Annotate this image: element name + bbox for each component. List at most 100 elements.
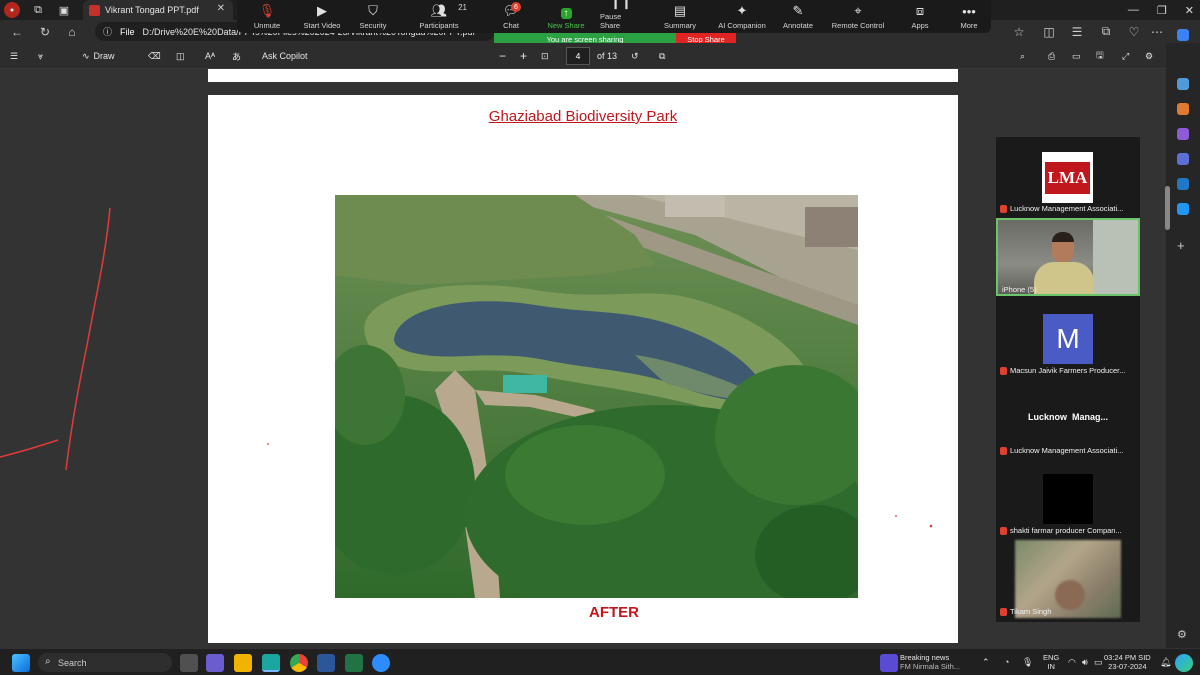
sidebar-settings-icon[interactable]: ⚙	[1177, 628, 1189, 641]
collections-bar-icon[interactable]: ⧉	[1097, 23, 1115, 40]
slide-caption: AFTER	[589, 604, 639, 621]
more-icon: •••	[962, 4, 976, 19]
url-scheme: File	[120, 26, 135, 37]
two-page-icon[interactable]: ⧉	[659, 47, 665, 65]
maximize-icon[interactable]: ❐	[1157, 4, 1167, 17]
sidebar-app-1-icon[interactable]	[1177, 78, 1189, 90]
security-button[interactable]: ⛉ Security	[357, 0, 389, 33]
copilot-taskbar-icon[interactable]	[1175, 654, 1193, 672]
chat-button[interactable]: 💬︎ 6 Chat	[499, 0, 523, 33]
tray-chevron-icon[interactable]: ⌃	[982, 649, 990, 675]
translate-icon[interactable]: あ	[232, 47, 241, 65]
news-icon[interactable]	[880, 654, 898, 672]
start-video-button[interactable]: ▶︎ Start Video	[301, 0, 343, 33]
battery-icon[interactable]: ▭	[1094, 649, 1103, 675]
browser-essentials-icon[interactable]: ♡	[1125, 23, 1143, 40]
close-tab-icon[interactable]: ✕	[217, 3, 225, 14]
save-icon[interactable]: ▭	[1072, 47, 1081, 65]
sidebar-app-2-icon[interactable]	[1177, 103, 1189, 115]
page-view-icon[interactable]: ◫	[176, 47, 185, 65]
zoom-out-button[interactable]: −	[499, 47, 506, 65]
volume-icon[interactable]: 🔊︎	[1082, 649, 1088, 675]
start-icon[interactable]	[12, 654, 30, 672]
participant-tile-speaking[interactable]: iPhone (5)	[996, 218, 1140, 296]
copilot-icon[interactable]	[1177, 29, 1189, 41]
zoom-app-icon[interactable]	[372, 654, 390, 672]
pdf-icon	[89, 5, 100, 16]
print-icon[interactable]: ⎙	[1048, 47, 1055, 65]
participant-tile[interactable]: M Macsun Jaivik Farmers Producer...	[996, 299, 1140, 377]
remote-control-button[interactable]: ⌖ Remote Control	[830, 0, 886, 33]
minimize-icon[interactable]: —	[1128, 4, 1139, 16]
fit-page-icon[interactable]: ⊡	[541, 47, 549, 65]
more-options-icon[interactable]: ⋯	[1148, 23, 1166, 40]
more-button[interactable]: ••• More	[957, 0, 981, 33]
sidebar-app-5-icon[interactable]	[1177, 203, 1189, 215]
aerial-park-illustration	[335, 195, 858, 598]
annotate-button[interactable]: ✎ Annotate	[781, 0, 815, 33]
language-indicator[interactable]: ENG IN	[1043, 649, 1059, 675]
notifications-icon[interactable]: 🔔︎	[1160, 649, 1171, 675]
draw-button[interactable]: ∿ Draw	[82, 47, 115, 65]
favorites-bar-icon[interactable]: ☰	[1068, 23, 1086, 40]
back-icon[interactable]: ←	[8, 23, 26, 40]
taskbar-search[interactable]: ⌕ Search	[38, 653, 172, 672]
participants-button[interactable]: 👥︎ 21 Participants	[417, 0, 467, 33]
page-number-input[interactable]: 4	[566, 47, 590, 65]
excel-icon[interactable]	[345, 654, 363, 672]
participant-tile[interactable]: Tikam Singh	[996, 540, 1140, 618]
tab-actions-icon[interactable]: ▣	[56, 2, 72, 18]
participant-tile[interactable]: shakti farmar producer Compan...	[996, 459, 1140, 537]
participant-tile[interactable]: Lucknow Manag... Lucknow Management Asso…	[996, 379, 1140, 457]
task-view-icon[interactable]	[180, 654, 198, 672]
summary-icon: ▤	[673, 3, 687, 18]
word-icon[interactable]	[317, 654, 335, 672]
sidebar-app-3-icon[interactable]	[1177, 128, 1189, 140]
ask-copilot-button[interactable]: Ask Copilot	[262, 47, 308, 65]
collections-icon[interactable]: ⧉	[30, 2, 46, 18]
save-as-icon[interactable]: 🖫︎	[1096, 47, 1104, 65]
news-widget[interactable]: Breaking news FM Nirmala Sith...	[900, 649, 960, 675]
chrome-icon[interactable]	[290, 654, 308, 672]
mic-tray-icon[interactable]: 🎙︎	[1022, 649, 1033, 675]
search-pdf-icon[interactable]: ⌕	[1020, 47, 1025, 65]
window-controls: — ❐ ✕	[1128, 0, 1194, 20]
home-icon[interactable]: ⌂	[63, 23, 81, 40]
add-sidebar-icon[interactable]: +	[1177, 238, 1189, 253]
profile-icon[interactable]: ●	[4, 2, 20, 18]
close-window-icon[interactable]: ✕	[1185, 4, 1194, 17]
fullscreen-icon[interactable]: ⤢	[1122, 47, 1129, 65]
wifi-icon[interactable]: ◠	[1068, 649, 1076, 675]
summary-button[interactable]: ▤ Summary	[662, 0, 698, 33]
contents-icon[interactable]: ☰	[10, 47, 18, 65]
network-tray-icon[interactable]: ◔	[1004, 649, 1009, 675]
ai-companion-button[interactable]: ✦ AI Companion	[717, 0, 767, 33]
sidebar-app-4-icon[interactable]	[1177, 153, 1189, 165]
new-share-button[interactable]: ↑ New Share	[547, 0, 585, 33]
person-hair	[1052, 232, 1074, 242]
edge-icon[interactable]	[262, 654, 280, 672]
teams-icon[interactable]	[206, 654, 224, 672]
lma-logo-text: LMA	[1045, 161, 1090, 194]
file-explorer-icon[interactable]	[234, 654, 252, 672]
split-screen-icon[interactable]: ◫	[1040, 23, 1058, 40]
highlight-icon[interactable]: ⩔	[38, 47, 43, 65]
participant-name: shakti farmar producer Compan...	[1010, 526, 1122, 535]
text-icon[interactable]: Aᴬ	[205, 47, 215, 65]
participant-name: Lucknow Management Associati...	[1010, 204, 1124, 213]
pause-share-button[interactable]: ❙❙ Pause Share	[600, 0, 642, 33]
pdf-toolbar: ☰ ⩔ ∿ Draw ⌫ ◫ Aᴬ あ Ask Copilot − + ⊡ 4 …	[0, 43, 1166, 69]
favorite-icon[interactable]: ☆	[1010, 23, 1028, 40]
rotate-icon[interactable]: ↺	[631, 47, 639, 65]
zoom-in-button[interactable]: +	[520, 47, 527, 65]
clock[interactable]: 03:24 PM SID 23-07-2024	[1104, 649, 1151, 675]
apps-button[interactable]: ⧈ Apps	[910, 0, 930, 33]
participant-tile[interactable]: LMA Lucknow Management Associati...	[996, 137, 1140, 215]
tab-pdf[interactable]: Vikrant Tongad PPT.pdf ✕	[83, 0, 233, 20]
outlook-icon[interactable]	[1177, 178, 1189, 190]
eraser-icon[interactable]: ⌫	[148, 47, 161, 65]
settings-icon[interactable]: ⚙	[1145, 47, 1153, 65]
unmute-button[interactable]: 🎙︎ Unmute	[251, 0, 283, 33]
page-scrollbar[interactable]	[1165, 186, 1170, 230]
refresh-icon[interactable]: ↻	[36, 23, 54, 40]
